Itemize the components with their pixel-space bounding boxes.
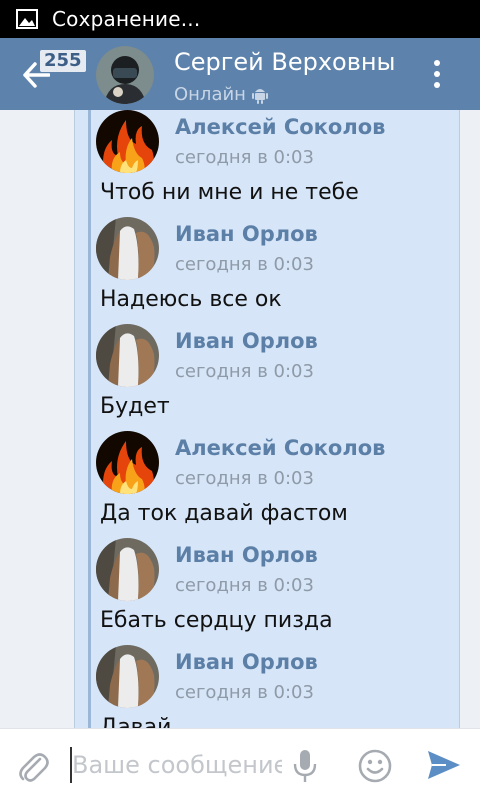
- message-text: Будет: [100, 394, 170, 419]
- person-avatar-icon[interactable]: [96, 645, 159, 708]
- image-icon: [16, 9, 38, 29]
- person-avatar-icon[interactable]: [96, 324, 159, 387]
- forwarded-message: Алексей Соколов сегодня в 0:03 Чтоб ни м…: [96, 110, 456, 217]
- message-time: сегодня в 0:03: [175, 468, 314, 489]
- message-time: сегодня в 0:03: [175, 682, 314, 703]
- message-input[interactable]: [72, 745, 282, 785]
- back-button[interactable]: 255: [14, 50, 86, 98]
- microphone-icon: [293, 750, 317, 782]
- chat-title[interactable]: Сергей Верховный: [174, 48, 396, 76]
- message-author[interactable]: Иван Орлов: [175, 543, 318, 567]
- android-icon: [251, 88, 268, 104]
- forwarded-message: Алексей Соколов сегодня в 0:03 Да ток да…: [96, 431, 456, 538]
- attach-button[interactable]: [16, 749, 50, 785]
- paperclip-icon: [19, 753, 49, 782]
- send-arrow-icon: [428, 751, 460, 779]
- message-text: Чтоб ни мне и не тебе: [100, 180, 359, 205]
- send-button[interactable]: [426, 749, 462, 781]
- unread-badge: 255: [40, 50, 86, 72]
- status-bar: Сохранение...: [0, 0, 480, 38]
- message-author[interactable]: Иван Орлов: [175, 222, 318, 246]
- menu-dot-icon: [434, 60, 440, 66]
- message-time: сегодня в 0:03: [175, 575, 314, 596]
- message-text: Давай: [100, 715, 172, 728]
- forwarded-message: Иван Орлов сегодня в 0:03 Давай: [96, 645, 456, 728]
- message-text: Надеюсь все ок: [100, 287, 282, 312]
- message-author[interactable]: Алексей Соколов: [175, 436, 385, 460]
- message-author[interactable]: Иван Орлов: [175, 329, 318, 353]
- smiley-icon: [358, 749, 392, 783]
- voice-record-button[interactable]: [292, 749, 318, 783]
- message-time: сегодня в 0:03: [175, 147, 314, 168]
- forwarded-message: Иван Орлов сегодня в 0:03 Ебать сердцу п…: [96, 538, 456, 645]
- chat-avatar[interactable]: [96, 46, 154, 104]
- message-author[interactable]: Иван Орлов: [175, 650, 318, 674]
- emoji-button[interactable]: [358, 749, 392, 783]
- message-composer: [0, 728, 480, 800]
- status-text: Сохранение...: [52, 7, 201, 31]
- fire-avatar-icon[interactable]: [96, 431, 159, 494]
- message-time: сегодня в 0:03: [175, 361, 314, 382]
- message-text: Ебать сердцу пизда: [100, 608, 333, 633]
- message-time: сегодня в 0:03: [175, 254, 314, 275]
- person-avatar-icon[interactable]: [96, 538, 159, 601]
- message-author[interactable]: Алексей Соколов: [175, 115, 385, 139]
- online-status: Онлайн: [174, 84, 246, 105]
- chat-header: 255 Сергей Верховный Онлайн: [0, 38, 480, 110]
- fire-avatar-icon[interactable]: [96, 110, 159, 173]
- message-list[interactable]: Алексей Соколов сегодня в 0:03 Чтоб ни м…: [0, 110, 480, 728]
- chat-status: Онлайн: [174, 84, 268, 105]
- menu-dot-icon: [434, 71, 440, 77]
- forwarded-message: Иван Орлов сегодня в 0:03 Надеюсь все ок: [96, 217, 456, 324]
- person-avatar-icon[interactable]: [96, 217, 159, 280]
- forwarded-message: Иван Орлов сегодня в 0:03 Будет: [96, 324, 456, 431]
- message-text: Да ток давай фастом: [100, 501, 348, 526]
- overflow-menu-button[interactable]: [420, 56, 454, 92]
- menu-dot-icon: [434, 82, 440, 88]
